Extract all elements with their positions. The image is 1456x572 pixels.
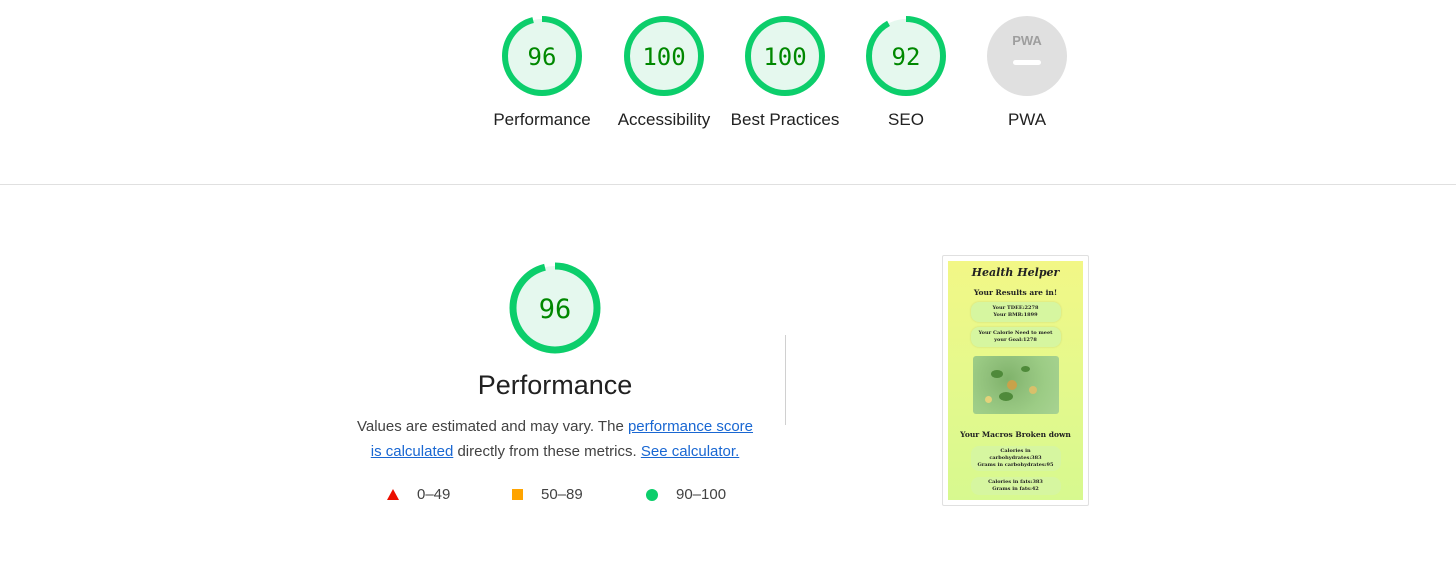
- gauge-best-practices-label: Best Practices: [730, 110, 840, 129]
- pwa-badge-icon: PWA: [987, 16, 1067, 96]
- thumb-subtitle: Your Results are in!: [973, 288, 1058, 297]
- thumb-macros-heading: Your Macros Broken down: [960, 430, 1071, 439]
- thumb-bmr: Your BMR:1899: [993, 312, 1038, 318]
- thumb-calorie-card: Your Calorie Need to meet your Goal:1278: [970, 327, 1061, 347]
- thumb-tdee: Your TDEE:2278: [992, 305, 1039, 311]
- performance-summary: 96 Performance Values are estimated and …: [340, 260, 770, 464]
- gauge-pwa[interactable]: PWA PWA: [967, 14, 1087, 132]
- thumb-fats-grams: Grams in fats:42: [992, 486, 1039, 492]
- gauge-seo-label: SEO: [888, 110, 924, 129]
- final-screenshot[interactable]: Health Helper Your Results are in! Your …: [942, 255, 1089, 506]
- gauge-performance-ring: 96: [502, 16, 582, 96]
- screenshot-content: Health Helper Your Results are in! Your …: [948, 261, 1083, 500]
- thumb-fats-card: Calories in fats:383 Grams in fats:42: [970, 477, 1061, 495]
- score-legend: 0–49 50–89 90–100: [380, 486, 750, 506]
- gauge-best-practices-ring: 100: [745, 16, 825, 96]
- thumb-carbs-grams: Grams in carbohydrates:95: [977, 462, 1054, 468]
- section-separator: [785, 335, 786, 425]
- thumb-calorie-need: Your Calorie Need to meet your Goal:1278: [978, 330, 1053, 343]
- pwa-badge-text: PWA: [1012, 33, 1042, 48]
- gauge-seo[interactable]: 92 SEO: [846, 14, 966, 132]
- gauge-accessibility-label: Accessibility: [617, 110, 711, 129]
- legend-average: 50–89: [512, 486, 583, 503]
- gauge-seo-score: 92: [892, 43, 921, 71]
- performance-score: 96: [539, 294, 572, 325]
- performance-gauge: 96: [509, 262, 601, 354]
- gauge-accessibility[interactable]: 100 Accessibility: [604, 14, 724, 132]
- legend-pass-label: 90–100: [676, 486, 727, 503]
- gauge-performance[interactable]: 96 Performance: [482, 14, 602, 132]
- square-icon: [512, 489, 523, 500]
- gauge-accessibility-ring: 100: [624, 16, 704, 96]
- category-gauges: 96 Performance 100 Accessibility 100 Bes…: [0, 14, 1456, 174]
- gauge-best-practices[interactable]: 100 Best Practices: [725, 14, 845, 132]
- thumb-app-title: Health Helper: [971, 266, 1060, 279]
- performance-description: Values are estimated and may vary. The p…: [350, 414, 760, 464]
- performance-title: Performance: [477, 370, 633, 400]
- legend-pass: 90–100: [646, 486, 726, 503]
- gauge-performance-score: 96: [528, 43, 557, 71]
- gauge-performance-label: Performance: [493, 110, 591, 129]
- desc-middle: directly from these metrics.: [453, 443, 641, 460]
- legend-fail-label: 0–49: [417, 486, 451, 503]
- thumb-carbs-card: Calories in carbohydrates:383 Grams in c…: [970, 446, 1061, 471]
- gauge-seo-ring: 92: [866, 16, 946, 96]
- thumb-food-image: [972, 356, 1059, 414]
- triangle-icon: [387, 489, 399, 500]
- thumb-fats-cal: Calories in fats:383: [988, 479, 1043, 485]
- legend-fail: 0–49: [387, 486, 450, 503]
- thumb-carbs-cal: Calories in carbohydrates:383: [989, 448, 1042, 461]
- header-divider: [0, 184, 1456, 185]
- legend-average-label: 50–89: [541, 486, 583, 503]
- gauge-best-practices-score: 100: [763, 43, 806, 71]
- gauge-pwa-label: PWA: [1007, 110, 1047, 129]
- gauge-accessibility-score: 100: [642, 43, 685, 71]
- circle-icon: [646, 488, 658, 501]
- thumb-tdee-card: Your TDEE:2278 Your BMR:1899: [970, 302, 1061, 322]
- see-calculator-link[interactable]: See calculator.: [641, 443, 739, 460]
- desc-prefix: Values are estimated and may vary. The: [356, 418, 628, 435]
